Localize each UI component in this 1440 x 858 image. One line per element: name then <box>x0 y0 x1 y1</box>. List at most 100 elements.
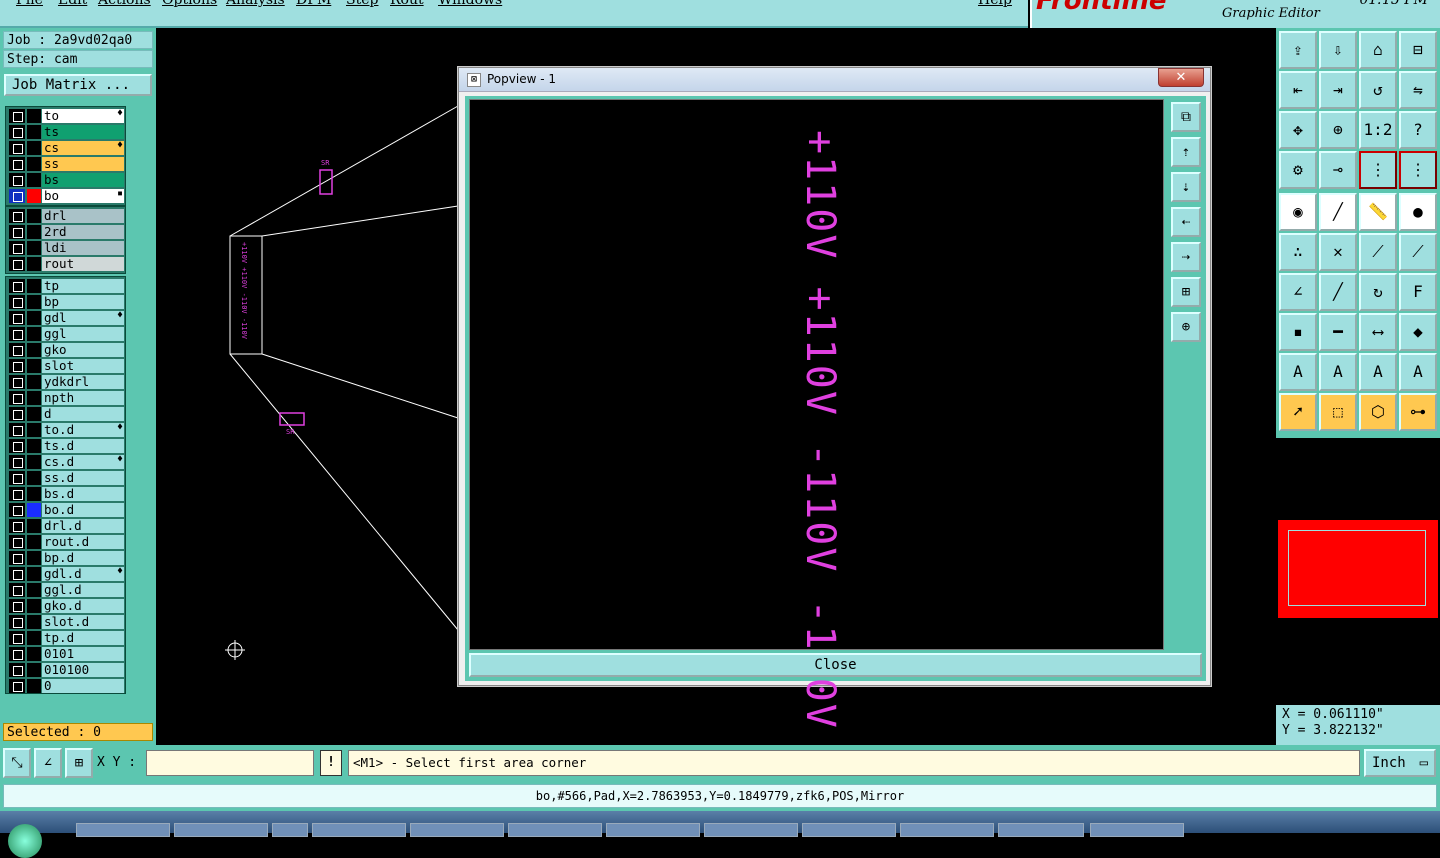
layer-checkbox[interactable] <box>9 173 25 187</box>
layer-row[interactable]: ldi <box>6 240 125 256</box>
net-icon[interactable]: ⋮ <box>1359 151 1397 189</box>
layer-name[interactable]: 0101 <box>42 647 124 661</box>
layer-name[interactable]: 010100 <box>42 663 124 677</box>
connect-icon[interactable]: ⟋ <box>1399 233 1437 271</box>
popview-canvas[interactable]: +110V +110V -110V -110V <box>469 99 1164 730</box>
layer-name[interactable]: npth <box>42 391 124 405</box>
layer-checkbox[interactable] <box>9 615 25 629</box>
menu-dfm[interactable]: DFM <box>296 0 331 8</box>
layer-checkbox[interactable] <box>9 295 25 309</box>
layer-name[interactable]: slot <box>42 359 124 373</box>
layer-row[interactable]: slot <box>6 358 125 374</box>
layer-checkbox[interactable] <box>9 503 25 517</box>
point-icon[interactable]: ⟋ <box>1359 233 1397 271</box>
window-close-icon[interactable]: ✕ <box>1158 68 1204 87</box>
layer-name[interactable]: tp <box>42 279 124 293</box>
text-d-icon[interactable]: A <box>1399 353 1437 391</box>
export-icon[interactable]: ⇥ <box>1319 71 1357 109</box>
layer-row[interactable]: rout <box>6 256 125 272</box>
layer-name[interactable]: rout.d <box>42 535 124 549</box>
text-c-icon[interactable]: A <box>1359 353 1397 391</box>
layer-row[interactable]: ss.d <box>6 470 125 486</box>
menu-step[interactable]: Step <box>346 0 378 8</box>
line-add-icon[interactable]: ━ <box>1319 313 1357 351</box>
layer-checkbox[interactable] <box>9 141 25 155</box>
layer-name[interactable]: to <box>42 109 124 123</box>
import-icon[interactable]: ⇤ <box>1279 71 1317 109</box>
pan-left-icon[interactable]: ⇠ <box>1171 207 1201 237</box>
job-matrix-button[interactable]: Job Matrix ... <box>4 74 152 96</box>
layer-checkbox[interactable] <box>9 225 25 239</box>
layer-checkbox[interactable] <box>9 423 25 437</box>
layer-row[interactable]: gdl ♦ <box>6 310 125 326</box>
snap-icon[interactable]: ⤡ <box>3 748 31 778</box>
layer-row[interactable]: bp <box>6 294 125 310</box>
angle-tool-icon[interactable]: ∠ <box>1279 273 1317 311</box>
layer-row[interactable]: drl.d <box>6 518 125 534</box>
layer-name[interactable]: bo <box>42 189 124 203</box>
layer-checkbox[interactable] <box>9 257 25 271</box>
layer-checkbox[interactable] <box>9 311 25 325</box>
menu-rout[interactable]: Rout <box>390 0 424 8</box>
menu-windows[interactable]: Windows <box>438 0 502 8</box>
layer-row[interactable]: 010100 <box>6 662 125 678</box>
snap-pad-icon[interactable]: ◉ <box>1279 193 1317 231</box>
layer-row[interactable]: ggl.d <box>6 582 125 598</box>
layer-row[interactable]: slot.d <box>6 614 125 630</box>
layer-name[interactable]: ydkdrl <box>42 375 124 389</box>
taskbar-item[interactable] <box>1090 823 1184 837</box>
layer-row[interactable]: tp <box>6 278 125 294</box>
minimap[interactable] <box>1278 520 1438 618</box>
layer-name[interactable]: gko.d <box>42 599 124 613</box>
layer-name[interactable]: cs.d <box>42 455 124 469</box>
line-tool-icon[interactable]: ╱ <box>1319 273 1357 311</box>
net-compare-icon[interactable]: ⋮ <box>1399 151 1437 189</box>
alert-icon[interactable]: ! <box>320 750 342 776</box>
layer-checkbox[interactable] <box>9 343 25 357</box>
layer-checkbox[interactable] <box>9 631 25 645</box>
target-icon[interactable]: ● <box>1399 193 1437 231</box>
layer-name[interactable]: bp.d <box>42 551 124 565</box>
layer-checkbox[interactable] <box>9 487 25 501</box>
zoom-window-icon[interactable]: ⧉ <box>1171 102 1201 132</box>
layer-checkbox[interactable] <box>9 375 25 389</box>
layer-checkbox[interactable] <box>9 583 25 597</box>
select-poly-icon[interactable]: ⬡ <box>1359 393 1397 431</box>
taskbar-item[interactable] <box>174 823 268 837</box>
open-icon[interactable]: ⇪ <box>1279 31 1317 69</box>
pan-right-icon[interactable]: ⇢ <box>1171 242 1201 272</box>
layer-row[interactable]: gko.d <box>6 598 125 614</box>
layer-name[interactable]: ts.d <box>42 439 124 453</box>
popview-close-button[interactable]: Close <box>469 653 1202 677</box>
start-button[interactable] <box>8 824 42 858</box>
home-icon[interactable]: ⌂ <box>1359 31 1397 69</box>
layer-checkbox[interactable] <box>9 519 25 533</box>
pan-down-icon[interactable]: ⇣ <box>1171 172 1201 202</box>
measure-icon[interactable]: 📏 <box>1359 193 1397 231</box>
layer-name[interactable]: to.d <box>42 423 124 437</box>
layer-row[interactable]: tp.d <box>6 630 125 646</box>
arc-icon[interactable]: ↻ <box>1359 273 1397 311</box>
fit-icon[interactable]: ✥ <box>1279 111 1317 149</box>
layer-row[interactable]: bo.d <box>6 502 125 518</box>
layer-name[interactable]: gdl.d <box>42 567 124 581</box>
layer-checkbox[interactable] <box>9 241 25 255</box>
layer-checkbox[interactable] <box>9 535 25 549</box>
help-icon[interactable]: ? <box>1399 111 1437 149</box>
pad-add-icon[interactable]: ▪ <box>1279 313 1317 351</box>
layer-checkbox[interactable] <box>9 455 25 469</box>
taskbar-item[interactable] <box>900 823 994 837</box>
menu-actions[interactable]: Actions <box>98 0 151 8</box>
menu-file[interactable]: File <box>16 0 43 8</box>
layer-row[interactable]: bs.d <box>6 486 125 502</box>
xy-input[interactable] <box>146 750 314 776</box>
layer-name[interactable]: ldi <box>42 241 124 255</box>
grid-icon[interactable]: ⊞ <box>65 748 93 778</box>
layer-row[interactable]: gko <box>6 342 125 358</box>
layer-name[interactable]: ss <box>42 157 124 171</box>
text-b-icon[interactable]: A <box>1319 353 1357 391</box>
undo-icon[interactable]: ↺ <box>1359 71 1397 109</box>
layer-row[interactable]: ts.d <box>6 438 125 454</box>
layer-row[interactable]: 0 <box>6 678 125 694</box>
layer-name[interactable]: rout <box>42 257 124 271</box>
